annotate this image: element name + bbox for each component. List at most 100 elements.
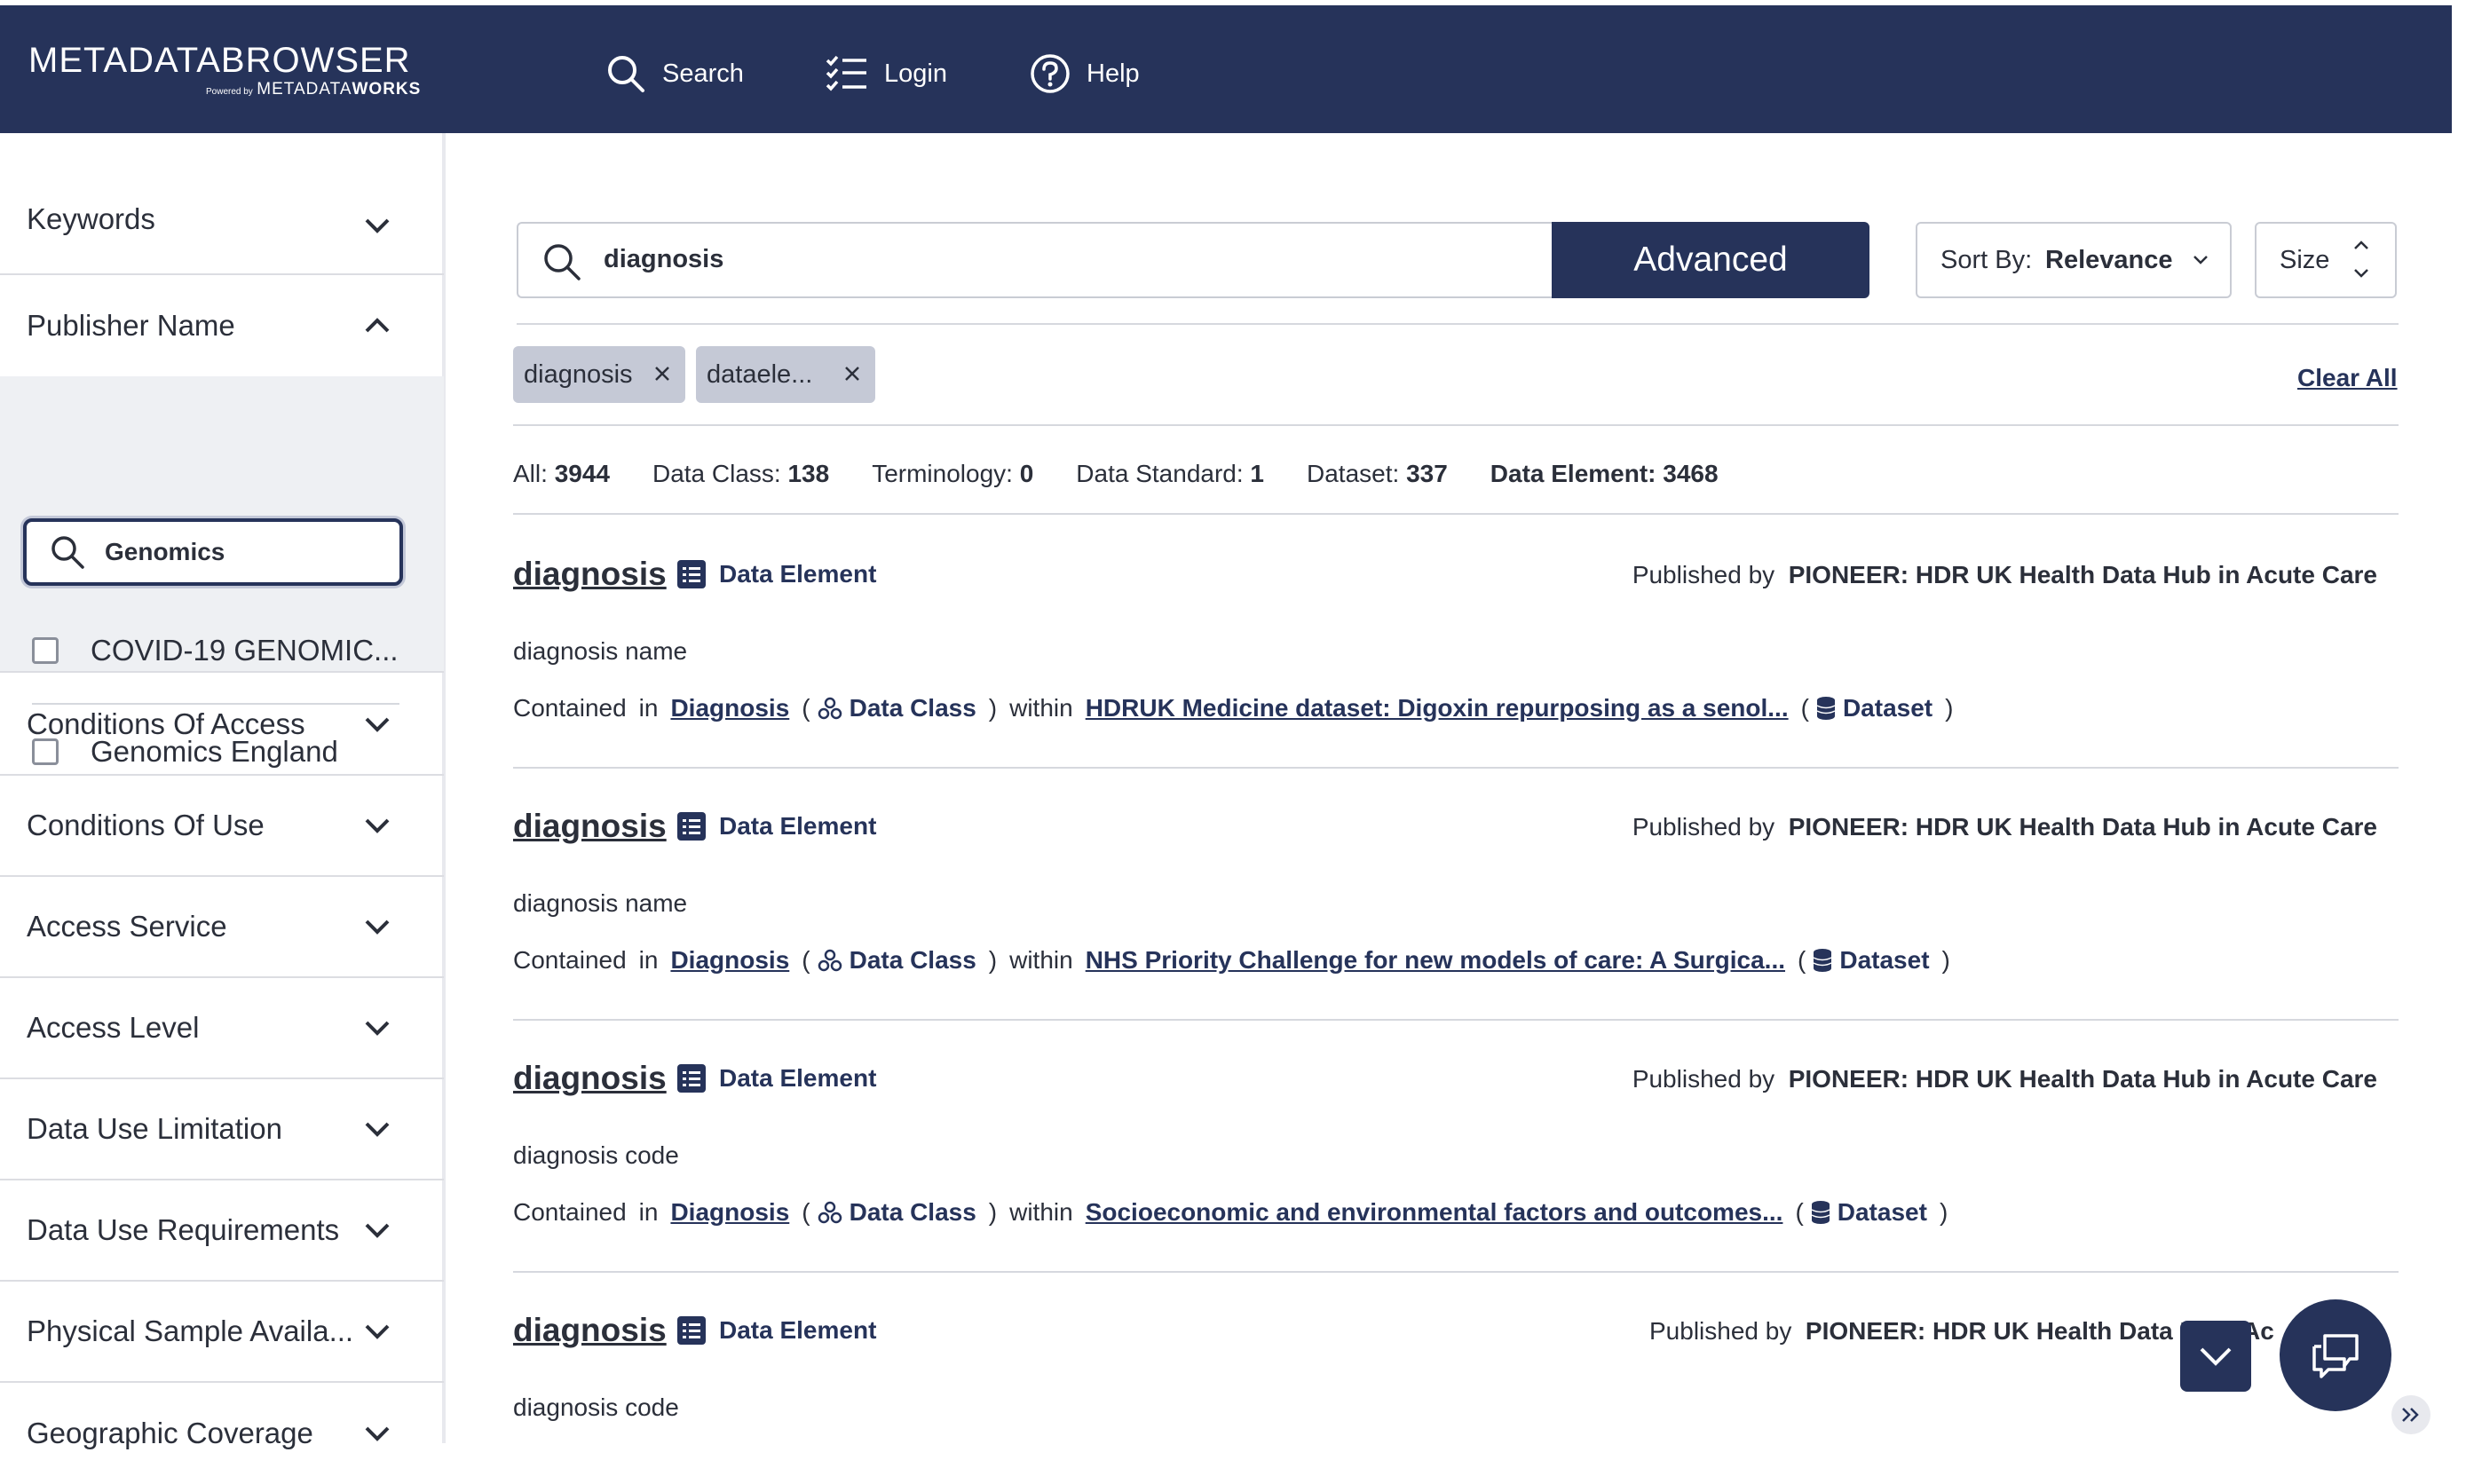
filter-geographic-coverage[interactable]: Geographic Coverage — [0, 1383, 444, 1484]
count-label: Terminology: — [872, 460, 1013, 487]
paren: ) — [988, 946, 998, 974]
paren: ) — [1941, 946, 1950, 974]
data-class-tag: Data Class — [818, 946, 976, 975]
checkbox[interactable] — [32, 637, 59, 664]
paren: ) — [988, 1198, 998, 1226]
data-class-label: Data Class — [849, 1198, 976, 1226]
paren: ( — [802, 946, 810, 974]
chevron-down-icon — [365, 920, 390, 935]
result-item: diagnosis Data Element Published by PION… — [513, 1021, 2399, 1273]
data-class-link[interactable]: Diagnosis — [670, 946, 789, 975]
dataset-label: Dataset — [1839, 946, 1930, 974]
filter-publisher-name[interactable]: Publisher Name — [0, 275, 444, 376]
expand-button[interactable] — [2391, 1395, 2430, 1434]
count-dataset[interactable]: Dataset: 337 — [1307, 460, 1448, 488]
result-type: Data Element — [676, 1315, 876, 1346]
size-dropdown[interactable]: Size — [2255, 222, 2397, 298]
clear-all-link[interactable]: Clear All — [2297, 364, 2398, 392]
filter-data-use-limitation[interactable]: Data Use Limitation — [0, 1079, 444, 1180]
data-class-icon — [818, 949, 842, 972]
dataset-link[interactable]: NHS Priority Challenge for new models of… — [1086, 946, 1785, 975]
dataset-tag: Dataset — [1816, 694, 1932, 722]
data-class-label: Data Class — [849, 694, 976, 722]
chip-label: dataele... — [707, 359, 813, 389]
logo-works-a: METADATA — [257, 80, 352, 99]
chat-button[interactable] — [2280, 1299, 2391, 1411]
sort-dropdown[interactable]: Sort By: Relevance — [1916, 222, 2232, 298]
nav-search-link[interactable]: Search — [605, 50, 744, 98]
search-icon — [51, 536, 84, 569]
nav-search-label: Search — [662, 59, 744, 88]
count-data-class[interactable]: Data Class: 138 — [652, 460, 829, 488]
filter-physical-sample-availability[interactable]: Physical Sample Availa... — [0, 1282, 444, 1383]
chevron-down-icon — [2200, 1347, 2232, 1366]
publisher-option-label: COVID-19 GENOMIC... — [91, 634, 399, 667]
filter-label: Conditions Of Access — [27, 707, 305, 740]
result-title-link[interactable]: diagnosis — [513, 808, 667, 845]
dataset-link[interactable]: Socioeconomic and environmental factors … — [1086, 1198, 1783, 1227]
chevron-down-icon — [365, 1426, 390, 1441]
publisher-search-input[interactable]: Genomics — [23, 518, 403, 586]
count-all[interactable]: All: 3944 — [513, 460, 610, 488]
filter-conditions-of-use[interactable]: Conditions Of Use — [0, 776, 444, 877]
within-label: within — [1009, 946, 1073, 974]
nav-help-link[interactable]: Help — [1030, 50, 1140, 98]
chat-icon — [2312, 1334, 2359, 1378]
count-terminology[interactable]: Terminology: 0 — [872, 460, 1033, 488]
result-title-link[interactable]: diagnosis — [513, 1060, 667, 1097]
filter-sidebar: Keywords Publisher Name Genomics COVID-1… — [0, 133, 446, 1449]
data-class-link[interactable]: Diagnosis — [670, 1198, 789, 1227]
result-publisher: Published by PIONEER: HDR UK Health Data… — [1632, 1065, 2377, 1093]
result-title-link[interactable]: diagnosis — [513, 1312, 667, 1349]
filter-access-service[interactable]: Access Service — [0, 877, 444, 978]
filter-access-level[interactable]: Access Level — [0, 978, 444, 1079]
database-icon — [1816, 697, 1836, 720]
logo-text: METADATABROWSER — [28, 41, 411, 80]
filter-keywords[interactable]: Keywords — [0, 133, 444, 275]
publisher-search-value: Genomics — [105, 538, 225, 565]
filter-data-use-requirements[interactable]: Data Use Requirements — [0, 1180, 444, 1282]
result-publisher: Published by PIONEER: HDR UK Health Data… — [1649, 1317, 2198, 1346]
filter-chip[interactable]: dataele... — [696, 346, 875, 403]
count-value: 3944 — [554, 460, 610, 487]
result-type-label: Data Element — [719, 812, 877, 840]
main-search-input[interactable]: diagnosis — [517, 222, 1553, 298]
paren: ( — [1795, 1198, 1804, 1226]
chevron-down-icon — [365, 717, 390, 732]
chevron-down-icon — [365, 1223, 390, 1238]
nav-login-link[interactable]: Login — [826, 50, 947, 98]
close-icon[interactable] — [842, 363, 863, 384]
divider — [517, 323, 2399, 325]
list-icon — [677, 1316, 706, 1345]
chevron-down-icon — [2193, 256, 2208, 264]
close-icon[interactable] — [652, 363, 673, 384]
filter-conditions-of-access[interactable]: Conditions Of Access — [0, 675, 444, 776]
logo[interactable]: METADATABROWSER Powered by METADATAWORKS — [28, 41, 420, 99]
scroll-down-button[interactable] — [2180, 1321, 2251, 1392]
data-class-link[interactable]: Diagnosis — [670, 694, 789, 722]
result-description: diagnosis code — [513, 1393, 679, 1421]
publisher-name: PIONEER: HDR UK Health Data H — [1805, 1317, 2198, 1345]
data-class-tag: Data Class — [818, 1198, 976, 1227]
chip-label: diagnosis — [524, 359, 633, 389]
contained-label: Contained — [513, 694, 627, 722]
count-value: 1 — [1250, 460, 1264, 487]
dataset-label: Dataset — [1842, 694, 1933, 722]
result-publisher: Published by PIONEER: HDR UK Health Data… — [1632, 813, 2377, 841]
database-icon — [1811, 1201, 1830, 1224]
paren: ( — [802, 1198, 810, 1226]
result-title-link[interactable]: diagnosis — [513, 556, 667, 593]
data-class-tag: Data Class — [818, 694, 976, 722]
dataset-link[interactable]: HDRUK Medicine dataset: Digoxin repurpos… — [1086, 694, 1789, 722]
published-by-label: Published by — [1632, 1065, 1775, 1093]
dataset-label: Dataset — [1837, 1198, 1927, 1226]
help-circle-icon — [1031, 54, 1070, 93]
count-data-standard[interactable]: Data Standard: 1 — [1076, 460, 1264, 488]
checklist-icon — [826, 55, 866, 91]
advanced-button[interactable]: Advanced — [1552, 222, 1869, 298]
nav-login-label: Login — [884, 59, 947, 88]
dataset-tag: Dataset — [1811, 1198, 1927, 1227]
published-by-label: Published by — [1649, 1317, 1792, 1345]
filter-chip[interactable]: diagnosis — [513, 346, 685, 403]
count-data-element[interactable]: Data Element: 3468 — [1490, 460, 1719, 488]
